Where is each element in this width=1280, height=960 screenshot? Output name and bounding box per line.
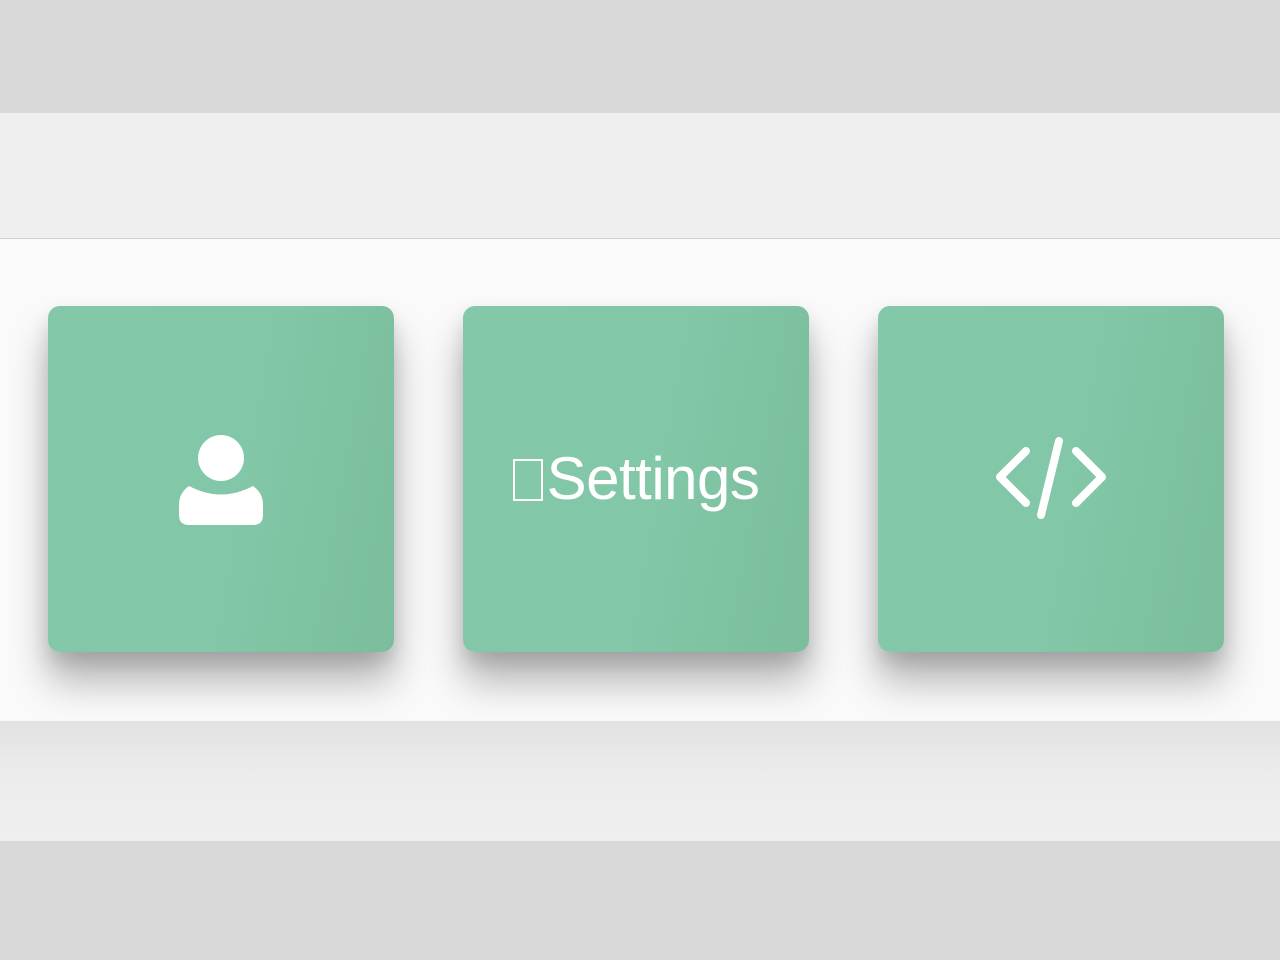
user-tile-button[interactable]	[48, 306, 394, 652]
footer-strip	[0, 721, 1280, 841]
settings-content: Settings	[512, 445, 760, 512]
code-tile-button[interactable]	[878, 306, 1224, 652]
code-icon	[996, 437, 1106, 519]
settings-label: Settings	[546, 445, 760, 512]
settings-tile-button[interactable]: Settings	[463, 306, 809, 652]
content-band: Settings	[0, 113, 1280, 841]
header-strip	[0, 113, 1280, 239]
tile-panel: Settings	[0, 239, 1280, 721]
missing-glyph-icon	[512, 459, 543, 501]
page: Settings	[0, 0, 1280, 960]
user-icon	[179, 435, 263, 525]
